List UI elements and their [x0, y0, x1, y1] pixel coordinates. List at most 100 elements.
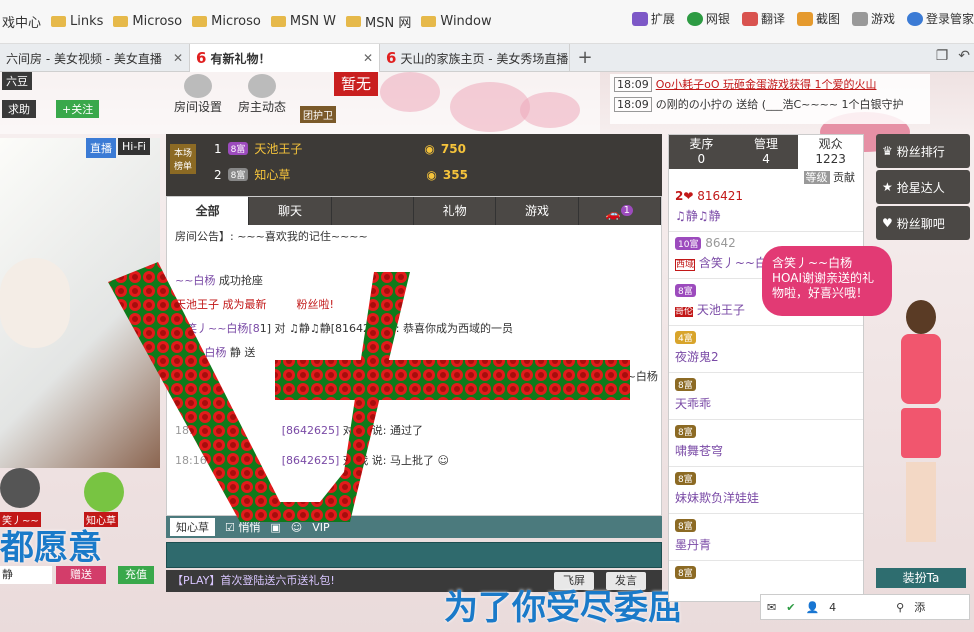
fans-rank-button[interactable]: ♛ 粉丝排行 — [876, 134, 970, 168]
beans-label: 六豆 — [2, 72, 32, 90]
search-icon — [906, 11, 923, 26]
video-player[interactable]: 直播 Hi-Fi — [0, 138, 160, 468]
check-icon[interactable]: ✔ — [786, 601, 795, 614]
avatar-figure[interactable] — [886, 300, 956, 562]
games-button[interactable]: 游戏 — [851, 10, 895, 27]
chat-message: 天池王子 成为最新 粉丝啦! — [175, 298, 334, 311]
tab-chat[interactable]: 聊天 — [249, 197, 332, 225]
audience-row[interactable]: 2❤ 816421 ♫静♫静 — [669, 185, 863, 232]
thanks-bubble: 含笑丿~~白杨 HOAI谢谢亲送的礼物啦，好喜兴哦！ — [762, 246, 892, 316]
login-manager-button[interactable]: 登录管家 — [906, 10, 974, 27]
smile-emoji-icon: ☺ — [433, 454, 449, 467]
sort-header: 等级 贡献 — [803, 171, 855, 184]
audience-row[interactable]: 4富 夜游鬼2 — [669, 326, 863, 373]
search-icon[interactable]: ⚲ — [896, 601, 904, 614]
chat-message: 18:12 天 [8642625] 对 我 说: 通过了 — [175, 424, 423, 437]
avatar[interactable] — [0, 468, 40, 508]
tab-6room-video[interactable]: 六间房 - 美女视频 - 美女直播 ✕ — [0, 44, 190, 72]
follow-button[interactable]: +关注 — [56, 100, 100, 118]
tab-blank[interactable] — [332, 197, 414, 225]
notice-row: 18:09 の刚的の小拧の 送给 (___浩C~~~~ 1个白银守护 — [610, 94, 930, 114]
undo-icon[interactable]: ↶ — [958, 48, 970, 64]
emoji-icon[interactable]: ☺ — [291, 521, 302, 534]
scissors-icon — [796, 11, 813, 26]
tab-managers[interactable]: 管理 4 — [733, 135, 799, 169]
window-buttons: ❐ ↶ — [936, 48, 970, 64]
close-icon[interactable]: ✕ — [173, 51, 183, 65]
bookmark-msn-net[interactable]: MSN 网 — [346, 12, 411, 31]
chat-message: 热情 — [175, 394, 197, 407]
host-dynamic-button[interactable]: 房主动态 — [230, 72, 294, 118]
bookmark-msn-w[interactable]: MSN W — [270, 14, 336, 29]
folder-icon — [421, 16, 437, 27]
live-tag: 直播 — [86, 138, 116, 158]
fan-panel: ♛ 粉丝排行 ★ 抢星达人 ♥ 粉丝聊吧 — [876, 134, 970, 242]
folder-icon — [346, 16, 362, 27]
lyric-caption-left: 都愿意 — [0, 528, 102, 568]
user-icon[interactable]: 👤 — [805, 601, 819, 614]
room-settings-button[interactable]: 房间设置 — [166, 72, 230, 118]
folder-icon — [192, 16, 208, 27]
audience-row[interactable]: 8富 天乖乖 — [669, 373, 863, 420]
bookmark-game-center[interactable]: 戏中心 — [2, 12, 41, 31]
rank-panel: 本场 榜单 1 8富 天池王子 ◉ 750 2 8富 知心草 ◉ 355 — [166, 134, 662, 196]
folder-icon — [270, 16, 286, 27]
audience-row[interactable]: 8富 墨丹青 — [669, 514, 863, 561]
star-icon: ★ — [882, 180, 893, 194]
tab-all[interactable]: 全部 — [167, 197, 250, 225]
audience-row[interactable]: 8富 啸舞苍穹 — [669, 420, 863, 467]
chat-tabs: 全部 聊天 礼物 游戏 🚗 1 — [167, 197, 661, 225]
chat-input[interactable] — [166, 542, 662, 568]
coin-icon: ◉ — [426, 167, 437, 182]
folder-icon — [51, 16, 67, 27]
tab-games[interactable]: 游戏 — [496, 197, 579, 225]
close-icon[interactable]: ✕ — [363, 51, 373, 65]
rank-row[interactable]: 1 8富 天池王子 ◉ 750 — [214, 140, 466, 157]
six-room-logo-icon: 6 — [196, 49, 207, 67]
translate-button[interactable]: 翻译 — [741, 10, 785, 27]
tab-gifts[interactable]: 礼物 — [414, 197, 497, 225]
browser-tab-strip: 六间房 - 美女视频 - 美女直播 ✕ 6 有新礼物！ ✕ 6 天山的家族主页 - 美女… — [0, 44, 974, 72]
chat-message: 房间公告】: ~~~喜欢我的记住~~~~ — [175, 230, 368, 243]
chat-message: 玫瑰, 共50个, 感谢 含笑丿~~白杨 的 — [487, 370, 661, 383]
bottom-status-bar: ✉ ✔ 👤 4 ⚲ 添 — [760, 594, 970, 620]
help-button[interactable]: 求助 — [2, 100, 36, 118]
new-tab-button[interactable]: + — [570, 44, 600, 71]
vip-icon[interactable]: VIP — [312, 521, 329, 534]
mail-icon[interactable]: ✉ — [767, 601, 776, 614]
bookmark-links[interactable]: Links — [51, 14, 103, 29]
gear-icon — [184, 74, 212, 98]
tab-audience[interactable]: 观众 1223 — [798, 135, 864, 169]
audience-row[interactable]: 8富 妹妹欺负洋娃娃 — [669, 467, 863, 514]
yen-icon — [686, 11, 703, 26]
avatar[interactable] — [84, 472, 124, 512]
fans-chat-button[interactable]: ♥ 粉丝聊吧 — [876, 206, 970, 240]
crown-icon: ♛ — [882, 144, 893, 158]
seat-grab-button[interactable]: ★ 抢星达人 — [876, 170, 970, 204]
hifi-toggle[interactable]: Hi-Fi — [118, 138, 150, 155]
recharge-button[interactable]: 充值 — [118, 566, 154, 584]
notice-link[interactable]: Oo小耗子oO 玩砸金蛋游戏获得 1个爱的火山 — [656, 76, 877, 92]
rank-row[interactable]: 2 8富 知心草 ◉ 355 — [214, 166, 468, 183]
tab-family-home[interactable]: 6天山的家族主页 - 美女秀场直播✕ — [380, 44, 570, 72]
screenshot-button[interactable]: 截图 — [796, 10, 840, 27]
extensions-button[interactable]: 扩展 — [631, 10, 675, 27]
lyric-caption: 为了你受尽委屈 — [444, 588, 682, 628]
no-guard-badge: 暂无 — [334, 72, 378, 96]
bookmark-microsoft-1[interactable]: Microso — [113, 14, 182, 29]
six-room-logo-icon: 6 — [386, 49, 397, 67]
whisper-checkbox[interactable]: ☑ 悄悄 — [225, 519, 260, 535]
tab-new-gift[interactable]: 6 有新礼物！ ✕ — [190, 44, 380, 72]
image-icon[interactable]: ▣ — [270, 521, 280, 534]
chat-target-select[interactable]: 知心草 — [170, 518, 215, 536]
bookmark-windows[interactable]: Window — [421, 14, 492, 29]
tab-cars[interactable]: 🚗 1 — [579, 197, 661, 225]
restore-icon[interactable]: ❐ — [936, 48, 949, 64]
tab-queue[interactable]: 麦序 0 — [669, 135, 734, 169]
bookmark-microsoft-2[interactable]: Microso — [192, 14, 261, 29]
dress-up-button[interactable]: 装扮Ta — [876, 568, 966, 588]
heart-icon: ❤ — [683, 189, 694, 203]
ebank-button[interactable]: 网银 — [686, 10, 730, 27]
guard-badge[interactable]: 团护卫 — [300, 106, 336, 123]
audience-panel: 麦序 0 管理 4 观众 1223 等级 贡献 2❤ 816421 ♫静♫静 10富 8… — [668, 134, 864, 602]
